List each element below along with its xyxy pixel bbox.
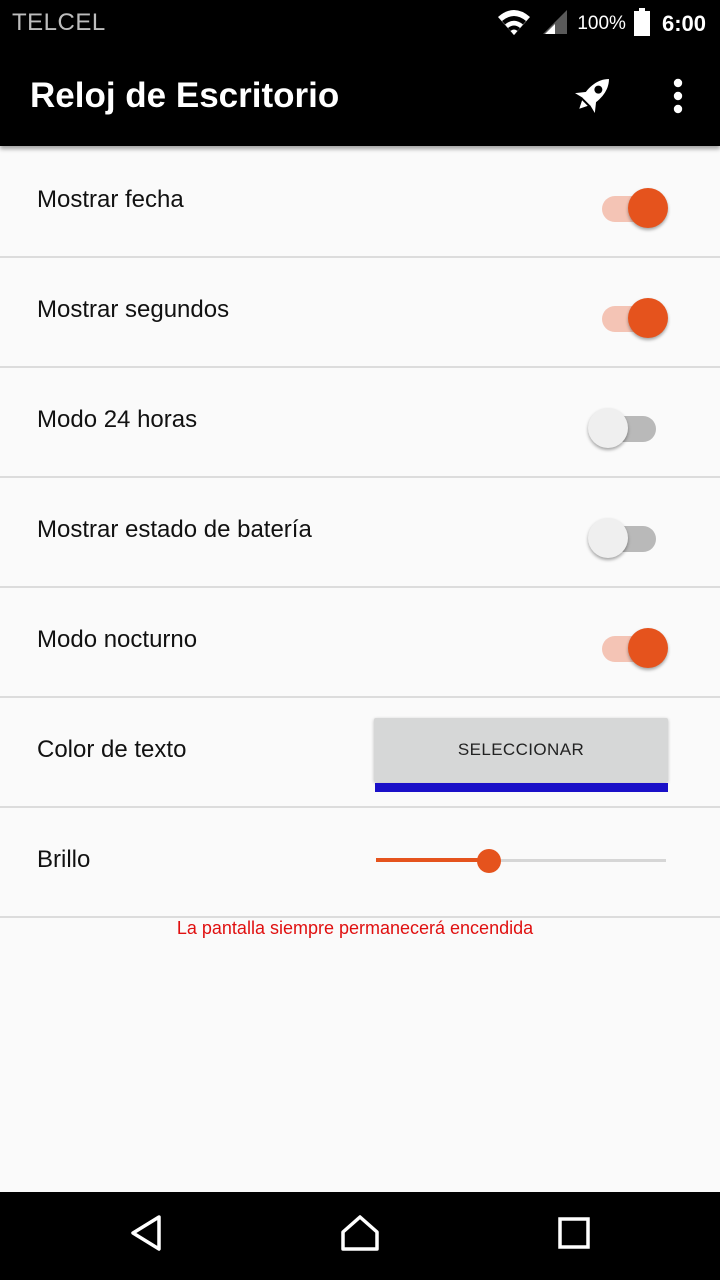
setting-brightness: Brillo bbox=[0, 808, 720, 918]
setting-text-color: Color de texto SELECCIONAR bbox=[0, 698, 720, 808]
home-button[interactable] bbox=[330, 1210, 390, 1260]
carrier-name: TELCEL bbox=[12, 9, 106, 36]
battery-icon bbox=[633, 7, 650, 41]
battery-percent: 100% bbox=[577, 13, 626, 34]
setting-label: Mostrar fecha bbox=[37, 186, 184, 213]
night-mode-switch[interactable] bbox=[588, 624, 670, 672]
slider-thumb[interactable] bbox=[477, 849, 502, 873]
signal-icon bbox=[541, 8, 569, 41]
show-seconds-switch[interactable] bbox=[588, 294, 670, 342]
setting-show-battery[interactable]: Mostrar estado de batería bbox=[0, 478, 720, 588]
clock-time: 6:00 bbox=[661, 11, 706, 36]
show-battery-switch[interactable] bbox=[588, 514, 670, 562]
settings-list: Mostrar fecha Mostrar segundos Modo 24 h… bbox=[0, 148, 720, 918]
setting-label: Modo 24 horas bbox=[37, 406, 198, 433]
rocket-icon bbox=[566, 70, 618, 127]
selected-color-swatch bbox=[375, 783, 668, 792]
setting-label: Modo nocturno bbox=[37, 626, 198, 653]
screen-on-note: La pantalla siempre permanecerá encendid… bbox=[176, 918, 534, 938]
recents-button[interactable] bbox=[544, 1210, 604, 1260]
setting-label: Color de texto bbox=[37, 736, 187, 763]
recents-icon bbox=[557, 1216, 591, 1255]
setting-label: Brillo bbox=[37, 846, 91, 873]
home-icon bbox=[340, 1214, 380, 1257]
select-color-button[interactable]: SELECCIONAR bbox=[374, 718, 668, 782]
setting-night-mode[interactable]: Modo nocturno bbox=[0, 588, 720, 698]
switch-thumb bbox=[628, 298, 668, 338]
slider-fill bbox=[376, 858, 490, 862]
more-vert-icon bbox=[672, 78, 684, 119]
status-icons: 100% 6:00 bbox=[495, 0, 706, 48]
back-button[interactable] bbox=[116, 1210, 176, 1260]
wifi-icon bbox=[495, 7, 533, 42]
app-bar: Reloj de Escritorio bbox=[0, 48, 720, 146]
brightness-slider[interactable] bbox=[376, 846, 666, 876]
setting-show-seconds[interactable]: Mostrar segundos bbox=[0, 258, 720, 368]
setting-label: Mostrar estado de batería bbox=[37, 516, 312, 543]
rocket-button[interactable] bbox=[562, 68, 622, 128]
switch-thumb bbox=[588, 408, 628, 448]
status-bar: TELCEL 100% 6:00 bbox=[0, 0, 720, 48]
navigation-bar bbox=[0, 1192, 720, 1280]
setting-show-date[interactable]: Mostrar fecha bbox=[0, 148, 720, 258]
switch-thumb bbox=[628, 188, 668, 228]
mode-24h-switch[interactable] bbox=[588, 404, 670, 452]
setting-label: Mostrar segundos bbox=[37, 296, 230, 323]
more-options-button[interactable] bbox=[658, 72, 698, 124]
switch-thumb bbox=[628, 628, 668, 668]
back-icon bbox=[128, 1214, 164, 1257]
switch-thumb bbox=[588, 518, 628, 558]
show-date-switch[interactable] bbox=[588, 184, 670, 232]
app-title: Reloj de Escritorio bbox=[30, 76, 340, 115]
setting-24h-mode[interactable]: Modo 24 horas bbox=[0, 368, 720, 478]
